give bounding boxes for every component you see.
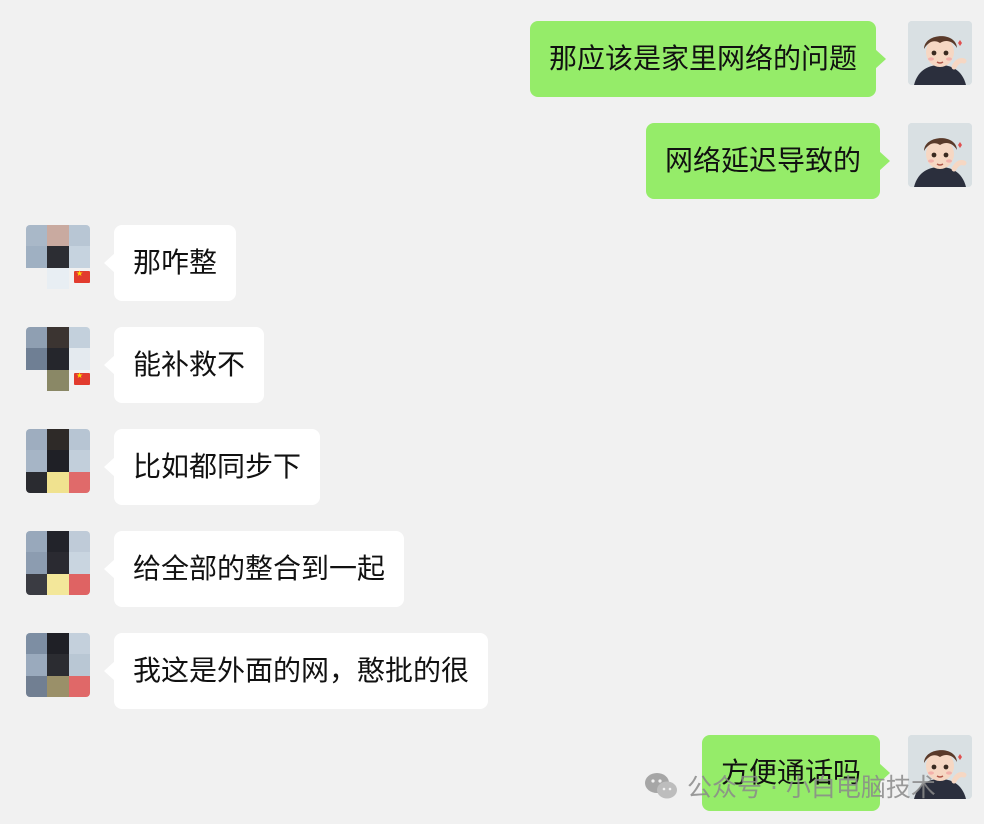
wechat-icon <box>645 773 677 799</box>
cartoon-boy-avatar-icon <box>908 123 972 187</box>
cartoon-boy-avatar-icon <box>908 21 972 85</box>
watermark-text: 公众号 · 小白电脑技术 <box>687 773 936 802</box>
message-bubble-outgoing[interactable]: 那应该是家里网络的问题 <box>530 21 887 97</box>
message-bubble-incoming[interactable]: 那咋整 <box>103 225 237 301</box>
contact-avatar[interactable] <box>26 633 90 697</box>
contact-avatar[interactable] <box>26 327 90 391</box>
contact-avatar[interactable] <box>26 429 90 493</box>
flag-icon <box>74 269 90 283</box>
chat-conversation: 那应该是家里网络的问题 网络延迟导致的 ★ 那咋整 ★ 能补救不 比如都同步下 … <box>0 0 984 824</box>
contact-avatar[interactable] <box>26 225 90 289</box>
watermark: 公众号 · 小白电脑技术 <box>643 766 936 806</box>
message-bubble-outgoing[interactable]: 网络延迟导致的 <box>646 123 891 199</box>
pixelated-avatar-icon <box>26 429 90 493</box>
message-bubble-incoming[interactable]: 我这是外面的网，憨批的很 <box>103 633 489 709</box>
self-avatar[interactable] <box>908 21 972 85</box>
pixelated-avatar-icon <box>26 633 90 697</box>
message-bubble-incoming[interactable]: 比如都同步下 <box>103 429 321 505</box>
message-bubble-incoming[interactable]: 能补救不 <box>103 327 265 403</box>
message-bubble-incoming[interactable]: 给全部的整合到一起 <box>103 531 405 607</box>
contact-avatar[interactable] <box>26 531 90 595</box>
self-avatar[interactable] <box>908 123 972 187</box>
flag-icon <box>74 371 90 385</box>
pixelated-avatar-icon <box>26 531 90 595</box>
